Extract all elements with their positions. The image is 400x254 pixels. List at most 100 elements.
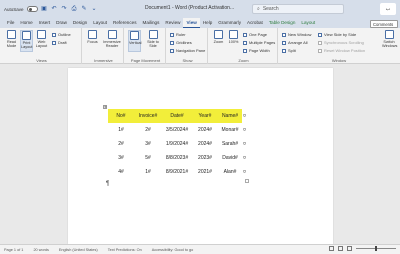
multiple-pages-icon (243, 40, 247, 45)
header-cell[interactable]: No# (108, 109, 134, 123)
table-cell[interactable]: Monar# (218, 123, 242, 137)
accessibility-status[interactable]: Accessibility: Good to go (152, 248, 194, 252)
table-cell[interactable]: 8/8/2023# (162, 151, 192, 165)
split-button[interactable]: Split (282, 47, 296, 54)
tab-help[interactable]: Help (200, 18, 215, 28)
ruler-checkbox[interactable]: Ruler (170, 31, 186, 38)
outline-button[interactable]: Outline (52, 31, 71, 38)
header-cell[interactable]: Invoice# (134, 109, 162, 123)
arrange-all-button[interactable]: Arrange All (282, 39, 308, 46)
immersive-reader-icon (107, 30, 117, 39)
table-cell[interactable]: 2024# (192, 137, 218, 151)
web-layout-view-icon[interactable] (347, 246, 352, 251)
focus-mode-icon[interactable] (329, 246, 334, 251)
synchronous-scrolling-button[interactable]: Synchronous Scrolling (318, 39, 364, 46)
tab-design[interactable]: Design (70, 18, 90, 28)
table-cell[interactable]: 1# (108, 123, 134, 137)
page-count[interactable]: Page 1 of 1 (4, 248, 23, 252)
tab-grammarly[interactable]: Grammarly (215, 18, 244, 28)
table-cell[interactable]: 4# (108, 165, 134, 179)
tab-draw[interactable]: Draw (53, 18, 70, 28)
draft-button[interactable]: Draft (52, 39, 67, 46)
new-window-button[interactable]: New Window (282, 31, 311, 38)
read-mode-button[interactable]: Read Mode (5, 30, 18, 52)
immersive-group-label: Immersive (94, 58, 113, 63)
autosave-toggle[interactable] (26, 6, 38, 12)
tab-view[interactable]: View (183, 18, 200, 28)
side-to-side-button[interactable]: Side to Side (144, 30, 162, 52)
table-cell[interactable]: Alan# (218, 165, 242, 179)
save-icon[interactable]: ▣ (41, 6, 48, 13)
zoom-button[interactable]: Zoom (212, 30, 225, 52)
immersive-reader-label: Immersive Reader (103, 40, 121, 49)
arrange-all-icon (282, 40, 286, 45)
focus-button[interactable]: Focus (86, 30, 99, 52)
table-cell[interactable]: 3/5/2024# (162, 123, 192, 137)
table-move-handle-icon[interactable]: ✥ (103, 105, 107, 109)
zoom-100-button[interactable]: 100% (227, 30, 240, 52)
table-cell[interactable]: 2024# (192, 123, 218, 137)
table-cell[interactable]: 3# (134, 137, 162, 151)
one-page-button[interactable]: One Page (243, 31, 267, 38)
print-layout-label: Print Layout (21, 41, 33, 50)
print-icon[interactable]: ⎙ (71, 6, 78, 13)
table-cell[interactable]: David# (218, 151, 242, 165)
tab-insert[interactable]: Insert (36, 18, 54, 28)
table-cell[interactable]: 1# (134, 165, 162, 179)
table-cell[interactable]: 1/9/2024# (162, 137, 192, 151)
print-layout-view-icon[interactable] (338, 246, 343, 251)
gridlines-checkbox[interactable]: Gridlines (170, 39, 192, 46)
immersive-reader-button[interactable]: Immersive Reader (102, 30, 122, 52)
zoom-slider[interactable] (356, 246, 396, 251)
table-cell[interactable]: 5# (134, 151, 162, 165)
print-layout-button[interactable]: Print Layout (20, 30, 33, 52)
ribbon: Read Mode Print Layout Web Layout Outlin… (0, 28, 400, 64)
table-cell[interactable]: 2023# (192, 151, 218, 165)
tab-review[interactable]: Review (162, 18, 183, 28)
tab-acrobat[interactable]: Acrobat (244, 18, 266, 28)
focus-label: Focus (87, 40, 98, 44)
header-cell[interactable]: Name# (218, 109, 242, 123)
vertical-button[interactable]: Vertical (128, 30, 141, 52)
tab-mailings[interactable]: Mailings (140, 18, 163, 28)
language-indicator[interactable]: English (United States) (59, 248, 98, 252)
search-box[interactable]: ⌕ Search (252, 4, 344, 14)
multiple-pages-button[interactable]: Multiple Pages (243, 39, 275, 46)
header-cell[interactable]: Date# (162, 109, 192, 123)
comments-button[interactable]: Comments (370, 20, 398, 28)
avatar[interactable]: ب (380, 3, 396, 15)
gridlines-check-icon (170, 40, 174, 45)
table-resize-handle-icon[interactable] (245, 179, 249, 183)
tab-table-layout[interactable]: Layout (298, 18, 318, 28)
table-cell[interactable]: 2021# (192, 165, 218, 179)
tab-file[interactable]: File (4, 18, 17, 28)
tab-table-design[interactable]: Table Design (266, 18, 299, 28)
page-width-button[interactable]: Page Width (243, 47, 270, 54)
tab-home[interactable]: Home (17, 18, 35, 28)
undo-icon[interactable]: ↶ (51, 6, 58, 13)
header-cell[interactable]: Year# (192, 109, 218, 123)
table-cell[interactable]: 8/9/2021# (162, 165, 192, 179)
qat-more-icon[interactable]: ⌄ (91, 6, 98, 13)
table-cell[interactable]: Sarah# (218, 137, 242, 151)
word-count[interactable]: 20 words (33, 248, 48, 252)
tab-references[interactable]: References (110, 18, 140, 28)
redo-icon[interactable]: ↷ (61, 6, 68, 13)
window-group-label: Window (331, 58, 347, 63)
reset-window-position-button[interactable]: Reset Window Position (318, 47, 365, 54)
text-predictions-status[interactable]: Text Predictions: On (108, 248, 142, 252)
table-cell[interactable]: 2# (134, 123, 162, 137)
table-cell[interactable]: 2# (108, 137, 134, 151)
table-cell[interactable]: 3# (108, 151, 134, 165)
draft-icon (52, 40, 56, 45)
switch-windows-button[interactable]: Switch Windows (382, 30, 397, 52)
navigation-pane-checkbox[interactable]: Navigation Pane (170, 47, 205, 54)
format-painter-icon[interactable]: ✎ (81, 6, 88, 13)
vertical-label: Vertical (129, 41, 142, 45)
navigation-pane-label: Navigation Pane (176, 48, 206, 53)
side-to-side-label: Side to Side (147, 40, 159, 49)
tab-layout[interactable]: Layout (90, 18, 110, 28)
web-layout-button[interactable]: Web Layout (35, 30, 48, 52)
view-side-by-side-button[interactable]: View Side by Side (318, 31, 356, 38)
data-table[interactable]: No# Invoice# Date# Year# Name# ¤ 1# 2# 3… (108, 109, 247, 179)
